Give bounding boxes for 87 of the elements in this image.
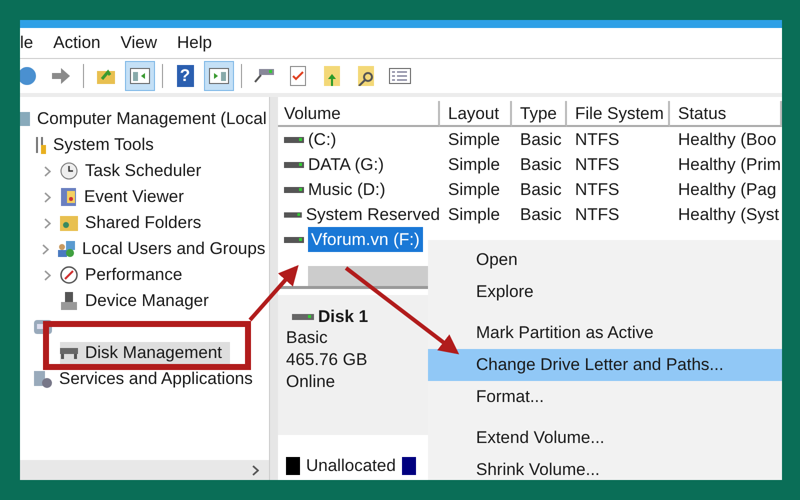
search-icon (358, 66, 374, 86)
table-cell-text: Healthy (Pag (677, 179, 778, 201)
folder-icon (60, 214, 78, 232)
tree-item[interactable]: Performance (60, 264, 186, 286)
menu-item[interactable]: Action (53, 33, 100, 53)
panel-icon (209, 68, 229, 84)
log-icon (60, 188, 77, 206)
column-header[interactable]: Volume (278, 101, 440, 127)
drive-icon (292, 314, 314, 320)
drive-label[interactable]: Vforum.vn (F:) (308, 227, 423, 252)
chevron-icon[interactable] (44, 218, 50, 228)
menu-item[interactable]: Format... (428, 381, 782, 413)
table-cell-text: Basic (519, 129, 563, 151)
document-check-icon (290, 66, 306, 86)
drive-label[interactable]: (C:) (308, 127, 336, 152)
table-cell-text: Basic (519, 179, 563, 201)
drive-icon (284, 236, 304, 242)
column-header[interactable]: Type (512, 101, 567, 127)
services-icon (34, 370, 52, 388)
arrow (248, 265, 299, 322)
chevron-icon[interactable] (44, 192, 50, 202)
drive-icon (284, 186, 304, 192)
chevron-icon[interactable] (42, 244, 49, 254)
table-cell-text: Simple (447, 179, 501, 201)
table-cell-text: Basic (519, 154, 563, 176)
legend-label: Unallocated (306, 456, 396, 476)
menu-item[interactable]: Help (177, 33, 212, 53)
folder-icon (97, 68, 115, 84)
tree-item[interactable]: Shared Folders (60, 212, 206, 234)
chevron-icon[interactable] (44, 270, 50, 280)
clock-icon (60, 162, 78, 180)
arrow-icon (52, 68, 70, 84)
tree-item[interactable]: Disk Management (60, 342, 230, 364)
panel-icon (130, 68, 150, 84)
disk-info: Online (286, 371, 336, 393)
disk-info: 465.76 GB (286, 349, 368, 371)
disk-name: Disk 1 (318, 307, 368, 327)
tools-icon (34, 136, 46, 154)
menu-item[interactable]: Change Drive Letter and Paths... (428, 349, 782, 381)
table-cell-text: Simple (447, 129, 501, 151)
table-cell-text: Healthy (Boo (677, 129, 778, 151)
drive-label[interactable]: System Reserved (306, 202, 440, 227)
users-icon (57, 240, 75, 258)
column-header[interactable]: File System (567, 101, 670, 127)
tree-item[interactable]: System Tools (34, 134, 158, 156)
chevron-icon[interactable] (44, 166, 50, 176)
table-cell-text: NTFS (574, 179, 620, 201)
drive-icon (284, 162, 304, 168)
tree-item[interactable]: Task Scheduler (60, 160, 206, 182)
gauge-icon (60, 266, 78, 284)
device-icon (60, 292, 78, 310)
drive-label[interactable]: Music (D:) (308, 177, 386, 202)
checklist-icon (389, 68, 411, 84)
table-cell-text: Simple (447, 204, 501, 226)
tree-item[interactable]: Services and Applications (34, 368, 257, 390)
disk-info: Basic (286, 327, 329, 349)
menu-item[interactable]: View (120, 33, 158, 53)
toolbar-button[interactable] (125, 61, 155, 91)
horizontal-scrollbar[interactable] (20, 460, 269, 480)
plug-icon (254, 69, 274, 83)
menu-item[interactable]: Shrink Volume... (428, 454, 782, 480)
tree-item[interactable]: Device Manager (60, 290, 213, 312)
menu-item[interactable]: Extend Volume... (428, 422, 782, 454)
column-header[interactable]: Layout (440, 101, 512, 127)
tree-item[interactable]: Event Viewer (60, 186, 188, 208)
menu-item[interactable]: Mark Partition as Active (428, 317, 782, 349)
menu-item[interactable]: le (20, 33, 34, 53)
computer-icon (20, 110, 30, 128)
table-cell-text: Healthy (Syst (677, 204, 780, 226)
table-cell-text: NTFS (574, 129, 620, 151)
table-cell-text: Basic (519, 204, 563, 226)
menu-item[interactable]: Explore (428, 276, 782, 308)
upload-icon (324, 66, 340, 86)
tree-item[interactable]: Computer Management (Local (20, 108, 271, 130)
table-cell-text: NTFS (574, 154, 620, 176)
toolbar-button[interactable]: ? (170, 61, 200, 91)
menu-item[interactable]: Open (428, 244, 782, 276)
chevron-icon[interactable] (252, 464, 259, 476)
drive-icon (284, 136, 304, 142)
table-cell-text: Simple (447, 154, 501, 176)
toolbar-button[interactable] (204, 61, 234, 91)
table-cell-text: Healthy (Prim (677, 154, 782, 176)
table-cell-text: NTFS (574, 204, 620, 226)
column-header[interactable]: Status (670, 101, 782, 127)
drive-label[interactable]: DATA (G:) (308, 152, 384, 177)
drive-icon (284, 212, 302, 218)
tree-item[interactable]: Local Users and Groups (57, 238, 270, 260)
